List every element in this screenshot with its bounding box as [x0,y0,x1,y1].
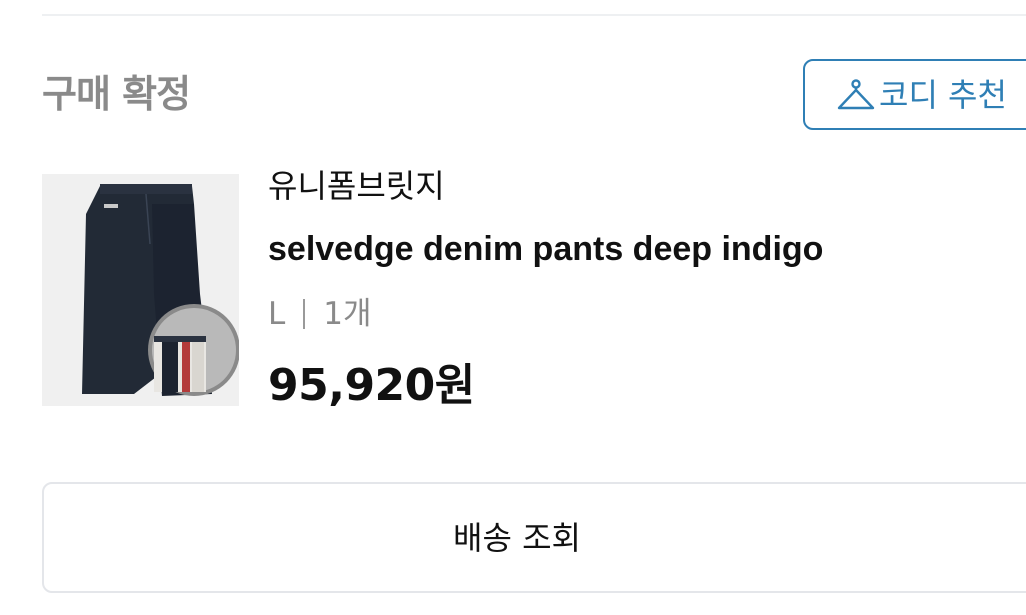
track-delivery-button[interactable]: 배송 조회 [42,482,1026,593]
codi-recommend-label: 코디 추천 [879,75,1007,114]
product-brand[interactable]: 유니폼브릿지 [268,164,445,208]
order-status: 구매 확정 [42,72,191,116]
track-delivery-label: 배송 조회 [453,518,581,557]
product-price: 95,920원 [268,360,475,411]
order-item-card: 구매 확정 코디 추천 유니폼브릿지 selvedge denim pants … [0,0,1026,615]
product-size: L [268,296,286,332]
product-options: L 1개 [268,292,372,336]
product-name[interactable]: selvedge denim pants deep indigo [268,226,823,272]
option-divider [303,299,306,329]
codi-recommend-button[interactable]: 코디 추천 [803,59,1026,130]
product-image[interactable] [42,174,239,406]
product-quantity: 1개 [323,296,372,332]
divider [42,14,1026,16]
hanger-icon [835,78,875,112]
